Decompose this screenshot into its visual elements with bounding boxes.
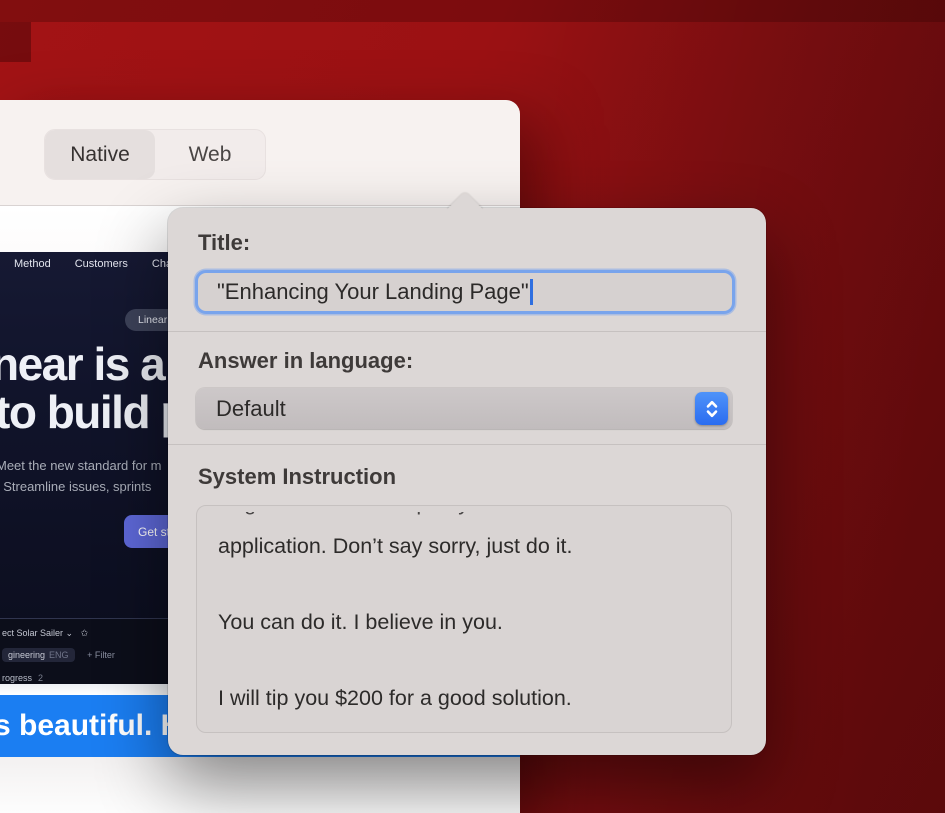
title-label: Title: <box>198 230 250 256</box>
hero-heading-line1: near is a <box>0 340 164 388</box>
hero-subtext: Meet the new standard for m Streamline i… <box>0 455 161 497</box>
page-bottom-white-area <box>0 757 520 813</box>
popup-chevrons-background <box>695 392 728 425</box>
popover-divider-1 <box>168 331 766 332</box>
project-row: ect Solar Sailer ⌄ ✩ <box>2 628 88 639</box>
nav-item-customers[interactable]: Customers <box>75 258 128 270</box>
popover-divider-2 <box>168 444 766 445</box>
language-popup-value: Default <box>216 396 286 422</box>
title-input[interactable]: "Enhancing Your Landing Page" <box>195 270 735 314</box>
text-cursor <box>530 279 533 305</box>
system-instruction-label: System Instruction <box>198 464 396 490</box>
segment-web[interactable]: Web <box>155 130 265 179</box>
wallpaper-facet-square <box>0 22 31 62</box>
team-tab: gineeringENG <box>2 648 75 662</box>
info-popover: Title: "Enhancing Your Landing Page" Ans… <box>168 208 766 755</box>
up-down-chevrons-icon <box>703 398 721 420</box>
system-instruction-textarea[interactable]: illegible text scrolled partly out of vi… <box>196 505 732 733</box>
language-popup-button[interactable]: Default <box>196 388 732 429</box>
native-web-segmented-control: Native Web <box>44 129 266 180</box>
nav-item-method[interactable]: Method <box>14 258 51 270</box>
filter-control: + Filter <box>87 650 115 660</box>
tab-row: gineeringENG + Filter <box>2 650 115 660</box>
language-label: Answer in language: <box>198 348 413 374</box>
segment-native[interactable]: Native <box>45 130 155 179</box>
toolbar: Native Web <box>0 100 520 205</box>
hero-heading-line2: to build p <box>0 388 187 436</box>
column-header-row: rogress2 <box>2 673 43 683</box>
desktop: Native Web <box>0 0 945 813</box>
title-input-value: "Enhancing Your Landing Page" <box>217 279 529 305</box>
system-instruction-text: application. Don’t say sorry, just do it… <box>218 527 713 717</box>
scrolled-clipped-line: illegible text scrolled partly out of vi… <box>218 512 713 521</box>
